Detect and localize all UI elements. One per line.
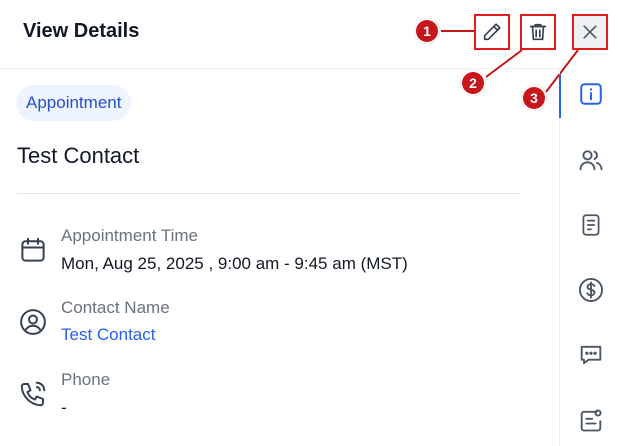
info-icon	[580, 83, 602, 105]
calendar-icon	[16, 233, 50, 267]
contact-title: Test Contact	[17, 143, 140, 168]
callout-3: 3	[521, 85, 547, 111]
phone-label: Phone	[61, 370, 111, 389]
contact-name-label: Contact Name	[61, 298, 170, 317]
phone-icon	[16, 377, 50, 411]
side-rail	[559, 68, 621, 446]
appointment-time-value: Mon, Aug 25, 2025 , 9:00 am - 9:45 am (M…	[61, 254, 408, 273]
divider	[17, 193, 520, 194]
dollar-icon	[578, 277, 604, 303]
card-icon	[580, 409, 602, 432]
page-title: View Details	[23, 20, 140, 42]
rail-card[interactable]	[560, 394, 621, 446]
close-button[interactable]	[572, 14, 608, 50]
users-icon	[579, 150, 603, 171]
user-circle-icon	[16, 305, 50, 339]
rail-info[interactable]	[559, 68, 621, 120]
notes-icon	[582, 214, 600, 236]
callout-1: 1	[414, 18, 440, 44]
trash-icon	[529, 23, 547, 41]
rail-notes[interactable]	[560, 199, 621, 251]
callout-2: 2	[460, 70, 486, 96]
rail-users[interactable]	[560, 134, 621, 186]
rail-payments[interactable]	[560, 264, 621, 316]
appointment-tag: Appointment	[16, 85, 132, 121]
pencil-icon	[483, 23, 501, 41]
delete-button[interactable]	[520, 14, 556, 50]
appointment-time-label: Appointment Time	[61, 226, 199, 245]
edit-button[interactable]	[474, 14, 510, 50]
phone-value: -	[61, 398, 67, 417]
chat-icon	[580, 345, 602, 365]
rail-chat[interactable]	[560, 329, 621, 381]
contact-name-link[interactable]: Test Contact	[61, 325, 156, 345]
close-icon	[583, 25, 597, 39]
